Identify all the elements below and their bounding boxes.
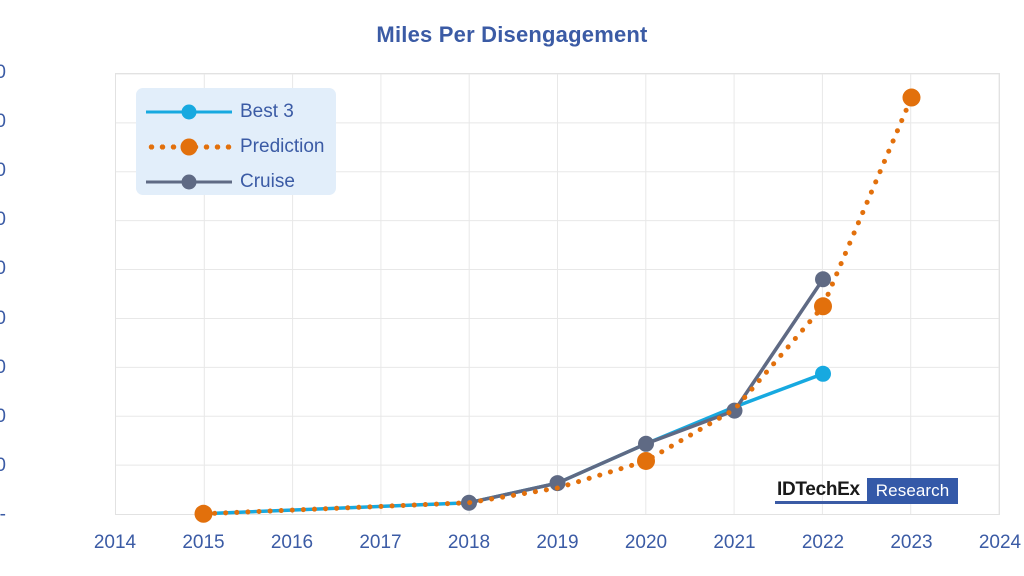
idtechex-watermark: IDTechEx Research xyxy=(775,478,959,504)
data-point[interactable] xyxy=(814,297,832,316)
legend-swatch-best3-icon xyxy=(146,103,232,121)
x-axis-tick: 2016 xyxy=(270,532,314,553)
data-point[interactable] xyxy=(194,504,213,523)
legend-item-cruise[interactable]: Cruise xyxy=(136,164,336,199)
x-axis-tick: 2015 xyxy=(182,532,225,553)
chart-root: Miles Per Disengagement -20,00040,00060,… xyxy=(0,0,1024,576)
x-axis-tick: 2018 xyxy=(447,532,491,553)
x-axis-tick: 2019 xyxy=(536,532,579,553)
legend-item-best3[interactable]: Best 3 xyxy=(136,94,336,129)
chart-legend: Best 3 Prediction Cruise xyxy=(136,88,336,195)
x-axis-tick: 2021 xyxy=(713,532,756,553)
legend-swatch-cruise-icon xyxy=(146,173,232,191)
watermark-research-badge: Research xyxy=(866,478,959,504)
legend-label-best3: Best 3 xyxy=(240,100,294,122)
legend-label-cruise: Cruise xyxy=(240,170,295,192)
x-axis-tick: 2022 xyxy=(801,532,845,553)
x-axis-tick: 2020 xyxy=(624,532,668,553)
watermark-brand-name: IDTechEx xyxy=(775,478,867,504)
x-axis-tick: 2024 xyxy=(978,532,1022,553)
data-point[interactable] xyxy=(637,451,655,470)
legend-label-prediction: Prediction xyxy=(240,135,325,157)
x-axis-tick: 2014 xyxy=(93,532,137,553)
legend-item-prediction[interactable]: Prediction xyxy=(136,129,336,164)
data-point[interactable] xyxy=(902,88,921,107)
data-point[interactable] xyxy=(815,365,831,382)
x-axis-tick: 2017 xyxy=(359,532,402,553)
legend-swatch-prediction-icon xyxy=(146,138,232,156)
chart-title: Miles Per Disengagement xyxy=(376,22,648,47)
data-point[interactable] xyxy=(638,435,654,452)
data-point[interactable] xyxy=(815,271,831,288)
x-axis-tick: 2023 xyxy=(890,532,933,553)
